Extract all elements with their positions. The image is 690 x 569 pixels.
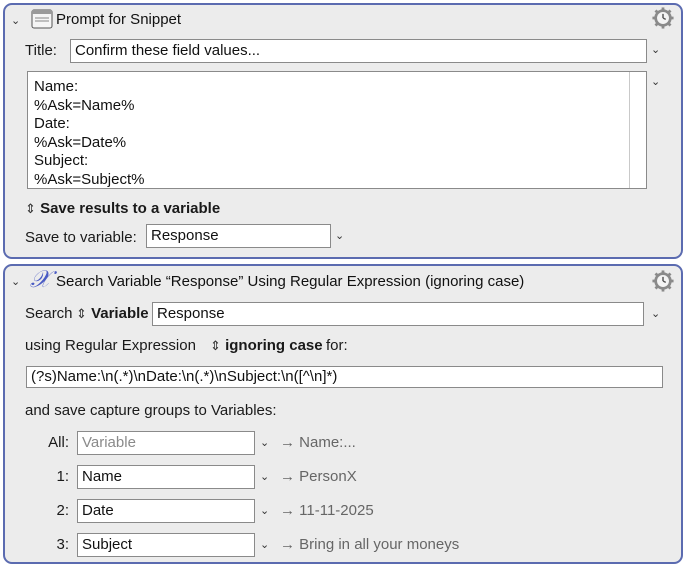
gear-icon[interactable]	[652, 270, 674, 292]
save-to-variable-field[interactable]: Response	[146, 224, 331, 248]
capture-result-preview: → PersonX	[280, 468, 357, 485]
snippet-line: %Ask=Name%	[34, 96, 135, 114]
search-variable-field[interactable]: Response	[152, 302, 644, 326]
save-to-variable-chevron-icon[interactable]: ⌄	[335, 229, 344, 242]
using-regex-label: using Regular Expression	[25, 337, 196, 354]
capture-groups-label: and save capture groups to Variables:	[25, 402, 277, 419]
regex-pattern-field[interactable]: (?s)Name:\n(.*)\nDate:\n(.*)\nSubject:\n…	[26, 366, 663, 388]
capture-variable-chevron-icon[interactable]: ⌄	[260, 504, 269, 517]
gear-icon[interactable]	[652, 7, 674, 29]
capture-variable-field[interactable]: Date	[77, 499, 255, 523]
scrollbar-divider	[629, 72, 630, 188]
snippet-line: Date:	[34, 115, 70, 132]
snippet-line: %Ask=Subject%	[34, 170, 145, 188]
updown-arrows-icon: ⇕	[210, 338, 221, 353]
for-label: for:	[326, 337, 348, 354]
search-variable-regex-action: ⌄ 𝒳 Search Variable “Response” Using Reg…	[3, 264, 683, 564]
regex-x-icon: 𝒳	[30, 265, 51, 293]
capture-variable-chevron-icon[interactable]: ⌄	[260, 470, 269, 483]
title-label: Title:	[25, 42, 57, 59]
save-results-toggle[interactable]: ⇕ Save results to a variable	[25, 200, 220, 217]
capture-variable-field[interactable]: Subject	[77, 533, 255, 557]
search-label: Search	[25, 305, 73, 322]
save-to-variable-label: Save to variable:	[25, 229, 137, 246]
collapse-chevron-icon[interactable]: ⌄	[11, 14, 20, 27]
capture-variable-field[interactable]: Variable	[77, 431, 255, 455]
snippet-line: %Ask=Date%	[34, 133, 127, 151]
collapse-chevron-icon[interactable]: ⌄	[11, 275, 20, 288]
capture-result-preview: → 11-11-2025	[280, 502, 374, 519]
case-mode-popup[interactable]: ⇕ ignoring case	[210, 337, 323, 354]
prompt-for-snippet-action: ⌄ Prompt for Snippet Title: Confirm thes…	[3, 3, 683, 259]
capture-result-preview: → Bring in all your moneys	[280, 536, 460, 553]
snippet-line: Name:	[34, 78, 79, 95]
search-variable-chevron-icon[interactable]: ⌄	[651, 307, 660, 320]
capture-variable-chevron-icon[interactable]: ⌄	[260, 538, 269, 551]
updown-arrows-icon: ⇕	[25, 201, 36, 216]
capture-group-label: All:	[48, 434, 69, 451]
text-dropdown-chevron-icon[interactable]: ⌄	[651, 75, 660, 88]
capture-group-label: 2:	[56, 502, 69, 519]
capture-variable-chevron-icon[interactable]: ⌄	[260, 436, 269, 449]
window-icon	[31, 9, 53, 29]
title-dropdown-chevron-icon[interactable]: ⌄	[651, 43, 660, 56]
action-title: Search Variable “Response” Using Regular…	[56, 273, 525, 290]
search-mode-popup[interactable]: ⇕ Variable	[76, 305, 149, 322]
snippet-text-area[interactable]: Name: %Ask=Name% Date: %Ask=Date% Subject: %A…	[27, 71, 647, 189]
capture-group-label: 1:	[56, 468, 69, 485]
updown-arrows-icon: ⇕	[76, 306, 87, 321]
action-title: Prompt for Snippet	[56, 11, 182, 28]
capture-group-label: 3:	[56, 536, 69, 553]
capture-result-preview: → Name:...	[280, 434, 356, 451]
snippet-line: Subject:	[34, 152, 89, 169]
capture-variable-field[interactable]: Name	[77, 465, 255, 489]
title-field[interactable]: Confirm these field values...	[70, 39, 647, 63]
